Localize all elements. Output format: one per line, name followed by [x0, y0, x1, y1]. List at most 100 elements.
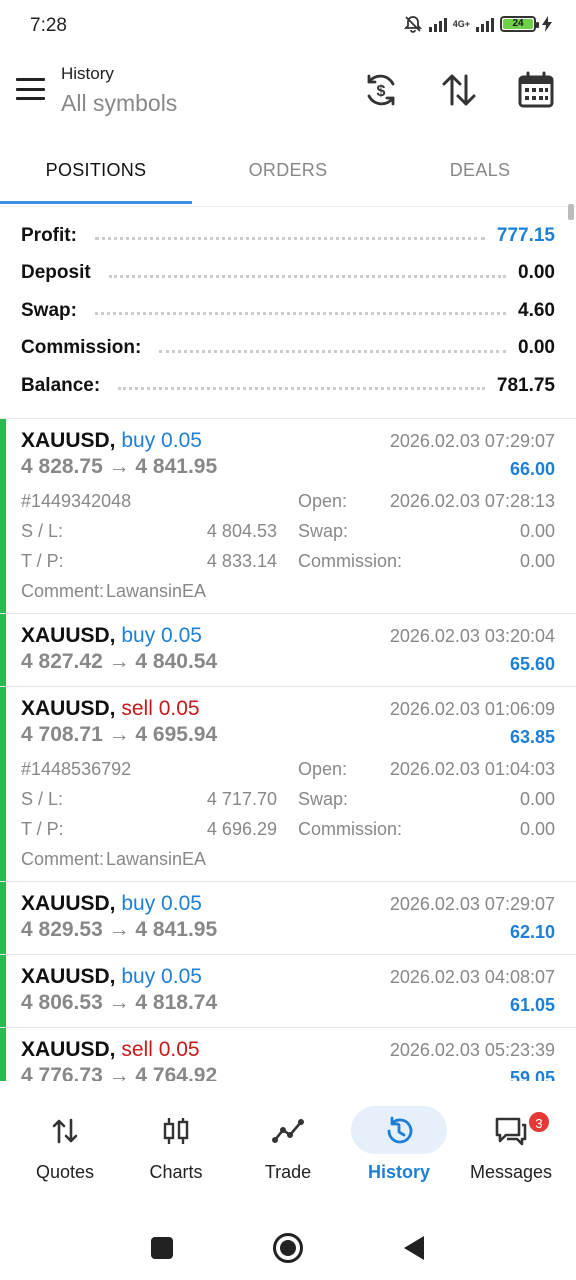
deal-header: XAUUSD, sell 0.05 4 776.73 → 4 764.92 20…	[21, 1028, 555, 1081]
nav-charts[interactable]: Charts	[120, 1098, 232, 1198]
swap-value: 0.00	[519, 789, 555, 809]
deal-header: XAUUSD, sell 0.05 4 708.71 → 4 695.94 20…	[21, 687, 555, 759]
deal-header: XAUUSD, buy 0.05 4 806.53 → 4 818.74 202…	[21, 955, 555, 1027]
deal-direction: sell 0.05	[121, 1038, 200, 1061]
list-item[interactable]: XAUUSD, sell 0.05 4 776.73 → 4 764.92 20…	[0, 1028, 576, 1081]
dotted-leader	[159, 349, 507, 353]
symbol-name: XAUUSD,	[21, 892, 116, 915]
nav-label: History	[367, 1162, 430, 1182]
deal-profit: 63.85	[509, 727, 555, 747]
deal-direction: buy 0.05	[121, 892, 202, 915]
symbol-name: XAUUSD,	[21, 1038, 116, 1061]
commission-value: 0.00	[519, 551, 555, 571]
triangle-back-icon	[404, 1236, 424, 1260]
home-button[interactable]	[270, 1230, 306, 1266]
positions-list[interactable]: XAUUSD, buy 0.05 4 828.75 → 4 841.95 202…	[0, 418, 576, 1081]
swap-value: 0.00	[519, 521, 555, 541]
nav-trade[interactable]: Trade	[232, 1098, 344, 1198]
tp-label: T / P:	[21, 819, 64, 839]
deal-symbol: XAUUSD, buy 0.05	[21, 965, 202, 989]
deal-header: XAUUSD, buy 0.05 4 828.75 → 4 841.95 202…	[21, 419, 555, 491]
summary-value: 0.00	[518, 337, 555, 359]
summary-row-swap: Swap: 4.60	[0, 292, 576, 330]
tabs-divider	[0, 206, 576, 207]
deal-time: 2026.02.03 04:08:07	[389, 967, 555, 987]
deal-direction: buy 0.05	[121, 429, 202, 452]
nav-messages[interactable]: 3 Messages	[455, 1098, 567, 1198]
sl-label: S / L:	[21, 789, 64, 809]
battery-level: 24	[503, 19, 533, 29]
tp-value: 4 833.14	[206, 551, 277, 571]
summary-panel: Profit: 777.15 Deposit 0.00 Swap: 4.60 C…	[0, 217, 576, 405]
trade-icon	[260, 1106, 316, 1156]
tab-deals[interactable]: DEALS	[384, 140, 576, 206]
summary-value: 781.75	[496, 374, 555, 396]
sl-label: S / L:	[21, 521, 64, 541]
deal-profit: 62.10	[509, 922, 555, 942]
nav-label: Charts	[149, 1162, 203, 1182]
list-item[interactable]: XAUUSD, buy 0.05 4 827.42 → 4 840.54 202…	[0, 614, 576, 687]
list-item[interactable]: XAUUSD, buy 0.05 4 829.53 → 4 841.95 202…	[0, 882, 576, 955]
commission-label: Commission:	[298, 819, 403, 839]
history-icon	[371, 1106, 427, 1156]
deal-symbol: XAUUSD, sell 0.05	[21, 697, 200, 721]
back-button[interactable]	[396, 1230, 432, 1266]
summary-row-deposit: Deposit 0.00	[0, 255, 576, 293]
deal-time: 2026.02.03 03:20:04	[389, 626, 555, 646]
app-bar: History All symbols $	[0, 52, 576, 132]
commission-value: 0.00	[519, 819, 555, 839]
svg-text:$: $	[377, 83, 386, 100]
bottom-navigation: Quotes Charts Trade History 3 Messages	[0, 1098, 576, 1198]
sort-icon[interactable]	[439, 70, 479, 110]
tab-orders[interactable]: ORDERS	[192, 140, 384, 206]
message-count-badge: 3	[527, 1110, 551, 1134]
symbol-name: XAUUSD,	[21, 965, 116, 988]
commission-label: Commission:	[298, 551, 403, 571]
status-time: 7:28	[30, 15, 67, 36]
summary-row-balance: Balance: 781.75	[0, 367, 576, 405]
comment-value: LawansinEA	[106, 581, 207, 601]
symbol-name: XAUUSD,	[21, 624, 116, 647]
swap-label: Swap:	[298, 521, 349, 541]
deal-symbol: XAUUSD, sell 0.05	[21, 1038, 200, 1062]
nav-quotes[interactable]: Quotes	[9, 1098, 121, 1198]
history-tabs: POSITIONS ORDERS DEALS	[0, 140, 576, 206]
tp-value: 4 696.29	[206, 819, 277, 839]
summary-label: Commission:	[21, 337, 142, 359]
list-item[interactable]: XAUUSD, buy 0.05 4 806.53 → 4 818.74 202…	[0, 955, 576, 1028]
scrollbar-thumb[interactable]	[568, 204, 574, 220]
deal-symbol: XAUUSD, buy 0.05	[21, 429, 202, 453]
recents-button[interactable]	[144, 1230, 180, 1266]
deal-time: 2026.02.03 07:29:07	[389, 894, 555, 914]
deal-direction: buy 0.05	[121, 624, 202, 647]
battery-icon: 24	[500, 16, 539, 32]
quotes-icon	[37, 1106, 93, 1156]
comment-value: LawansinEA	[106, 849, 207, 869]
nav-label: Trade	[264, 1162, 312, 1182]
deal-prices: 4 827.42 → 4 840.54	[21, 650, 218, 673]
sl-value: 4 804.53	[206, 521, 277, 541]
nav-history[interactable]: History	[343, 1098, 455, 1198]
currency-exchange-icon[interactable]: $	[361, 70, 401, 110]
dotted-leader	[94, 312, 507, 316]
summary-value: 0.00	[518, 262, 555, 284]
calendar-icon[interactable]	[516, 70, 556, 110]
summary-label: Deposit	[21, 262, 91, 284]
tab-positions[interactable]: POSITIONS	[0, 140, 192, 206]
symbol-filter[interactable]: All symbols	[61, 90, 177, 117]
deal-time: 2026.02.03 01:06:09	[389, 699, 555, 719]
page-title: History	[61, 64, 114, 83]
dotted-leader	[118, 387, 485, 391]
menu-icon[interactable]	[16, 78, 45, 100]
deal-ticket: #1448536792	[21, 759, 132, 779]
open-label: Open:	[298, 759, 348, 779]
list-item[interactable]: XAUUSD, buy 0.05 4 828.75 → 4 841.95 202…	[0, 419, 576, 614]
deal-prices: 4 776.73 → 4 764.92	[21, 1064, 218, 1081]
deal-time: 2026.02.03 05:23:39	[389, 1040, 555, 1060]
deal-symbol: XAUUSD, buy 0.05	[21, 892, 202, 916]
bell-muted-icon	[403, 16, 422, 33]
list-item[interactable]: XAUUSD, sell 0.05 4 708.71 → 4 695.94 20…	[0, 687, 576, 882]
comment-label: Comment:	[21, 849, 105, 869]
summary-label: Balance:	[21, 374, 101, 396]
deal-profit: 59.05	[509, 1068, 555, 1081]
